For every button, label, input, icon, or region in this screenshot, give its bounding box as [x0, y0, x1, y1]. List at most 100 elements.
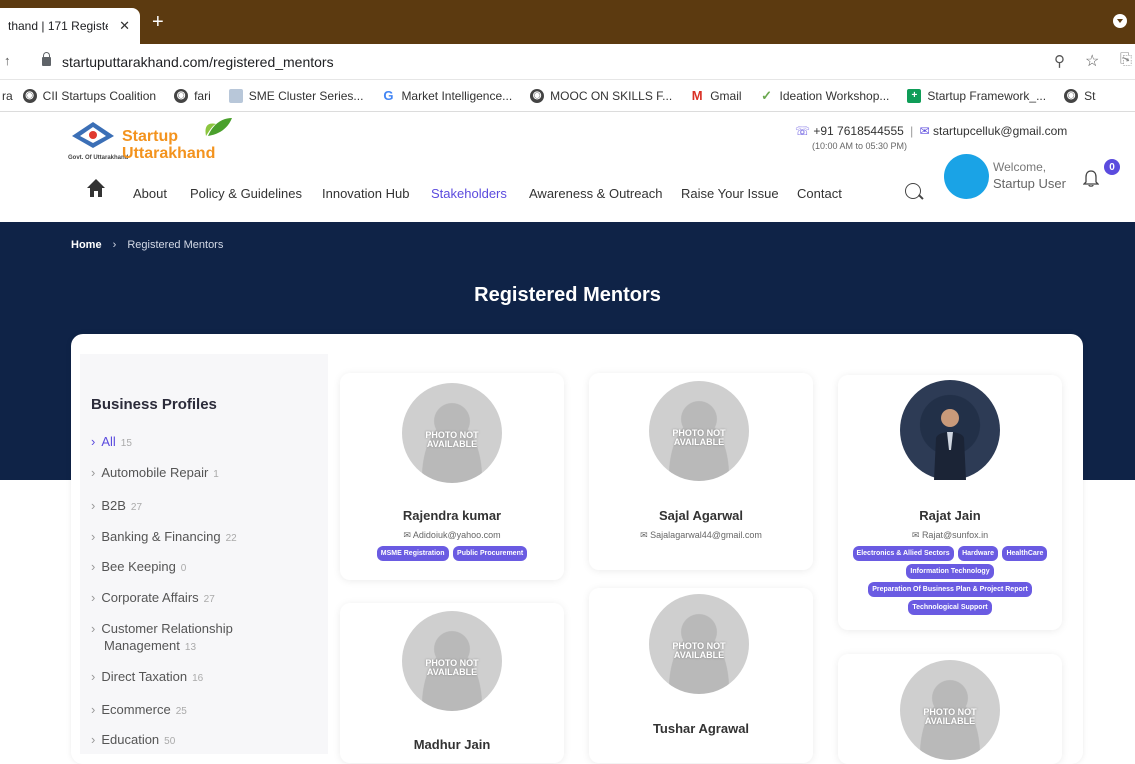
- expertise-tag[interactable]: Information Technology: [906, 564, 994, 579]
- mentor-email-text[interactable]: Adidoiuk@yahoo.com: [413, 530, 501, 540]
- category-item[interactable]: › All 15: [91, 434, 132, 449]
- emblem-logo-icon[interactable]: [70, 120, 116, 150]
- bell-icon[interactable]: [1083, 169, 1099, 187]
- mentor-photo: PHOTO NOT AVAILABLE: [402, 383, 502, 483]
- browser-tab[interactable]: thand | 171 Registe ✕: [0, 8, 140, 44]
- back-icon[interactable]: ↑: [4, 53, 11, 68]
- category-item[interactable]: › Automobile Repair 1: [91, 465, 219, 480]
- search-icon[interactable]: [905, 183, 921, 199]
- chevron-right-icon: ›: [91, 559, 96, 574]
- category-label: Banking & Financing: [101, 529, 221, 544]
- bookmark-item[interactable]: G Market Intelligence...: [381, 88, 512, 103]
- category-count: 0: [180, 563, 187, 574]
- nav-innovation-hub[interactable]: Innovation Hub: [322, 186, 409, 201]
- bookmark-label: SME Cluster Series...: [248, 88, 364, 103]
- category-item[interactable]: › Direct Taxation 16: [91, 669, 203, 684]
- bookmark-item[interactable]: + Startup Framework_...: [907, 88, 1046, 103]
- chevron-right-icon: ›: [91, 529, 96, 544]
- bookmark-item[interactable]: ◉ fari: [174, 88, 211, 103]
- bookmark-item[interactable]: M Gmail: [690, 88, 742, 103]
- category-count: 27: [203, 594, 215, 605]
- chevron-right-icon: ›: [91, 434, 96, 449]
- bookmark-item[interactable]: ✓ Ideation Workshop...: [759, 88, 890, 103]
- expertise-tag[interactable]: MSME Registration: [376, 546, 449, 561]
- user-name[interactable]: Startup User: [993, 176, 1066, 191]
- mentor-email-text[interactable]: Sajalagarwal44@gmail.com: [650, 530, 762, 540]
- photo-placeholder-text: PHOTO NOT AVAILABLE: [425, 658, 479, 677]
- mentor-photo: PHOTO NOT AVAILABLE: [402, 611, 502, 711]
- breadcrumb-current: Registered Mentors: [127, 239, 224, 251]
- mentor-card[interactable]: PHOTO NOT AVAILABLE Madhur Jain: [340, 603, 564, 763]
- logo-text[interactable]: Uttarakhand: [122, 145, 215, 163]
- bookmark-label: MOOC ON SKILLS F...: [550, 88, 673, 103]
- phone-number[interactable]: +91 7618544555: [813, 124, 903, 138]
- bookmark-star-icon[interactable]: ☆: [1085, 51, 1099, 71]
- bookmark-item[interactable]: ◉ MOOC ON SKILLS F...: [530, 88, 673, 103]
- chevron-right-icon: ›: [91, 465, 96, 480]
- mentor-card[interactable]: PHOTO NOT AVAILABLE Sajal Agarwal ✉ Saja…: [589, 373, 813, 570]
- category-label: Management: [104, 638, 180, 653]
- bookmark-item[interactable]: ra: [2, 89, 13, 103]
- category-count: 1: [213, 469, 219, 480]
- mentor-card[interactable]: PHOTO NOT AVAILABLE Rajendra kumar ✉ Adi…: [340, 373, 564, 580]
- mentor-name[interactable]: Madhur Jain: [340, 737, 564, 752]
- zoom-icon[interactable]: ⚲: [1054, 52, 1065, 70]
- breadcrumb-home[interactable]: Home: [71, 239, 102, 251]
- nav-about[interactable]: About: [133, 186, 167, 201]
- category-item[interactable]: › Ecommerce 25: [91, 702, 187, 717]
- nav-policy[interactable]: Policy & Guidelines: [190, 186, 302, 201]
- category-item[interactable]: › Bee Keeping 0: [91, 559, 186, 574]
- sheets-icon: +: [907, 88, 922, 103]
- bookmark-item[interactable]: ◉ St: [1064, 88, 1095, 103]
- mentor-name[interactable]: Rajat Jain: [838, 508, 1062, 523]
- mentor-photo: [900, 380, 1000, 480]
- bookmark-item[interactable]: SME Cluster Series...: [228, 88, 364, 103]
- expertise-tag[interactable]: Public Procurement: [453, 546, 528, 561]
- url-field[interactable]: startuputtarakhand.com/registered_mentor…: [62, 54, 334, 70]
- category-item[interactable]: › Customer Relationship Management 13: [91, 620, 233, 656]
- divider: |: [910, 124, 914, 138]
- chevron-right-icon: ›: [91, 702, 96, 717]
- nav-raise-issue[interactable]: Raise Your Issue: [681, 186, 779, 201]
- profile-menu-icon[interactable]: [1113, 14, 1127, 28]
- mentor-card[interactable]: Rajat Jain ✉ Rajat@sunfox.in Electronics…: [838, 375, 1062, 630]
- logo-text[interactable]: Startup: [122, 128, 178, 146]
- bookmark-item[interactable]: ◉ CII Startups Coalition: [22, 88, 156, 103]
- chevron-right-icon: ›: [91, 732, 96, 747]
- category-count: 50: [164, 736, 176, 747]
- extension-icon[interactable]: ⎘: [1120, 51, 1132, 68]
- category-label: Direct Taxation: [101, 669, 188, 684]
- mentor-tags: MSME Registration Public Procurement: [340, 544, 564, 562]
- category-item[interactable]: › Banking & Financing 22: [91, 529, 237, 544]
- mentor-card[interactable]: PHOTO NOT AVAILABLE Tushar Agrawal: [589, 588, 813, 763]
- close-icon[interactable]: ✕: [119, 18, 130, 34]
- category-item[interactable]: › Education 50: [91, 732, 175, 747]
- nav-contact[interactable]: Contact: [797, 186, 842, 201]
- nav-awareness[interactable]: Awareness & Outreach: [529, 186, 662, 201]
- contact-email[interactable]: startupcelluk@gmail.com: [933, 124, 1067, 138]
- lock-icon[interactable]: [42, 52, 51, 66]
- nav-stakeholders[interactable]: Stakeholders: [431, 186, 507, 201]
- globe-icon: ◉: [530, 88, 545, 103]
- expertise-tag[interactable]: Electronics & Allied Sectors: [852, 546, 954, 561]
- browser-tab-bar: thand | 171 Registe ✕ +: [0, 0, 1135, 44]
- new-tab-button[interactable]: +: [152, 11, 164, 34]
- photo-placeholder-text: PHOTO NOT AVAILABLE: [923, 707, 977, 726]
- home-icon[interactable]: [86, 178, 106, 198]
- category-item[interactable]: › Corporate Affairs 27: [91, 590, 215, 605]
- expertise-tag[interactable]: Hardware: [958, 546, 999, 561]
- mentor-email-text[interactable]: Rajat@sunfox.in: [922, 530, 988, 540]
- mentor-card[interactable]: PHOTO NOT AVAILABLE: [838, 654, 1062, 764]
- bookmark-label: Ideation Workshop...: [779, 88, 890, 103]
- mentor-name[interactable]: Tushar Agrawal: [589, 721, 813, 736]
- expertise-tag[interactable]: Technological Support: [908, 600, 992, 615]
- expertise-tag[interactable]: Preparation Of Business Plan & Project R…: [868, 582, 1032, 597]
- chevron-right-icon: ›: [112, 239, 117, 251]
- mentor-name[interactable]: Sajal Agarwal: [589, 508, 813, 523]
- mentor-email: ✉ Sajalagarwal44@gmail.com: [589, 530, 813, 541]
- expertise-tag[interactable]: HealthCare: [1002, 546, 1048, 561]
- mentor-name[interactable]: Rajendra kumar: [340, 508, 564, 523]
- phone-icon: ☏: [795, 124, 811, 138]
- avatar[interactable]: [944, 154, 989, 199]
- category-item[interactable]: › B2B 27: [91, 498, 142, 513]
